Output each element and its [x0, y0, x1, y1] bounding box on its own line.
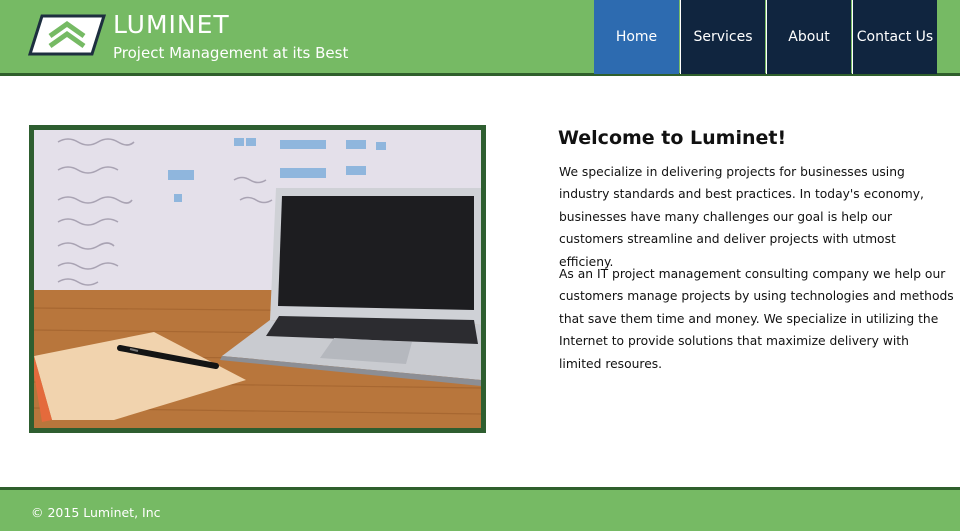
site-title[interactable]: LUMINET: [113, 10, 230, 39]
site-tagline: Project Management at its Best: [113, 44, 349, 62]
logo-icon[interactable]: [28, 14, 106, 56]
hero-image: [29, 125, 486, 433]
nav-contact-us[interactable]: Contact Us: [852, 0, 937, 74]
welcome-heading: Welcome to Luminet!: [558, 127, 787, 149]
site-footer: © 2015 Luminet, Inc: [0, 487, 960, 531]
site-header: LUMINET Project Management at its Best H…: [0, 0, 960, 76]
main-nav: Home Services About Contact Us: [594, 0, 938, 74]
services-paragraph: As an IT project management consulting c…: [559, 267, 954, 371]
intro-paragraph: We specialize in delivering projects for…: [559, 165, 924, 269]
laptop-desk-illustration: [34, 130, 481, 428]
nav-about[interactable]: About: [766, 0, 851, 74]
nav-home[interactable]: Home: [594, 0, 679, 74]
copyright-text: © 2015 Luminet, Inc: [31, 505, 161, 520]
nav-services[interactable]: Services: [680, 0, 765, 74]
